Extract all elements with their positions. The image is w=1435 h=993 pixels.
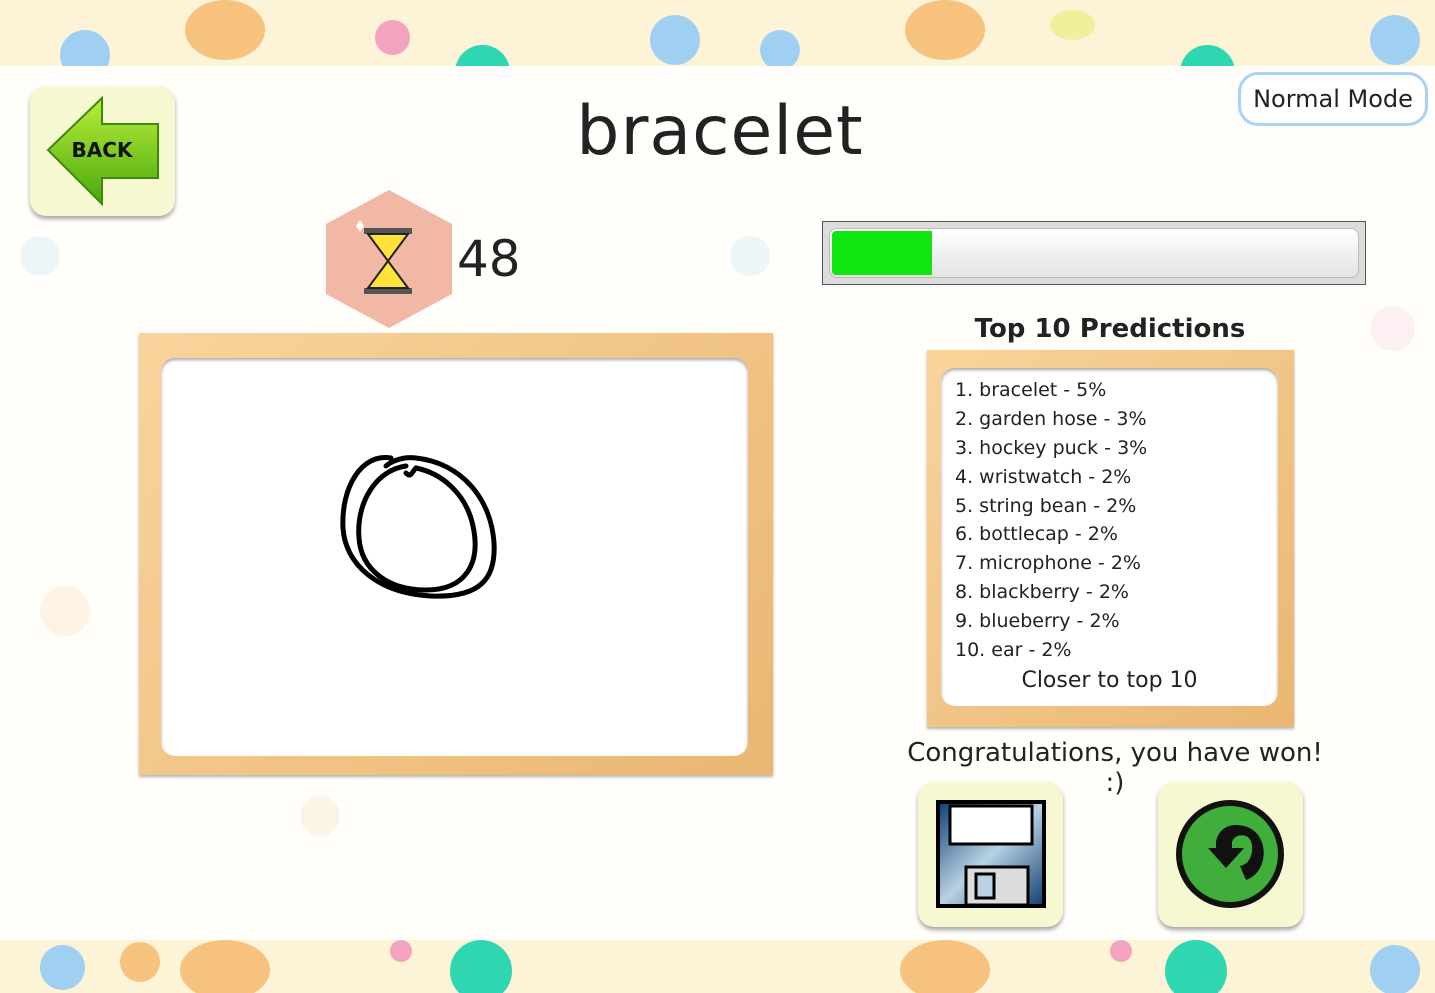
predictions-title: Top 10 Predictions	[974, 314, 1246, 344]
canvas-frame	[139, 333, 773, 775]
prediction-progress-bar	[822, 221, 1366, 285]
progress-fill	[832, 231, 933, 275]
prediction-item: 6. bottlecap - 2%	[955, 523, 1118, 546]
prediction-item: 9. blueberry - 2%	[955, 610, 1120, 633]
top-decorative-band	[0, 0, 1435, 66]
predictions-frame: 1. bracelet - 5% 2. garden hose - 3% 3. …	[927, 350, 1294, 727]
drawing-canvas[interactable]	[161, 358, 748, 756]
prediction-item: 2. garden hose - 3%	[955, 407, 1147, 430]
replay-arrow-icon	[1176, 800, 1284, 908]
predictions-footer: Closer to top 10	[1021, 668, 1198, 693]
back-arrow-icon: BACK	[46, 95, 159, 207]
predictions-list: 1. bracelet - 5% 2. garden hose - 3% 3. …	[955, 376, 1147, 665]
prediction-item: 1. bracelet - 5%	[955, 379, 1107, 401]
drawing-stroke	[340, 455, 497, 599]
save-button[interactable]	[918, 782, 1063, 927]
timer-value: 48	[457, 230, 521, 288]
prediction-item: 7. microphone - 2%	[955, 552, 1141, 575]
replay-button[interactable]	[1158, 782, 1303, 927]
prediction-item: 8. blackberry - 2%	[955, 581, 1129, 604]
back-button[interactable]: BACK	[30, 86, 175, 216]
prediction-item: 5. string bean - 2%	[955, 494, 1137, 517]
target-word: bracelet	[576, 92, 864, 171]
prediction-item: 4. wristwatch - 2%	[955, 465, 1132, 488]
back-label: BACK	[72, 138, 134, 162]
floppy-disk-icon	[936, 800, 1046, 908]
timer-badge	[326, 190, 452, 328]
progress-track	[829, 228, 1359, 278]
prediction-item: 3. hockey puck - 3%	[955, 436, 1148, 459]
bottom-decorative-band	[0, 940, 1435, 993]
prediction-item: 10. ear - 2%	[955, 639, 1072, 662]
mode-button[interactable]: Normal Mode	[1238, 72, 1428, 126]
predictions-panel: 1. bracelet - 5% 2. garden hose - 3% 3. …	[941, 368, 1278, 706]
